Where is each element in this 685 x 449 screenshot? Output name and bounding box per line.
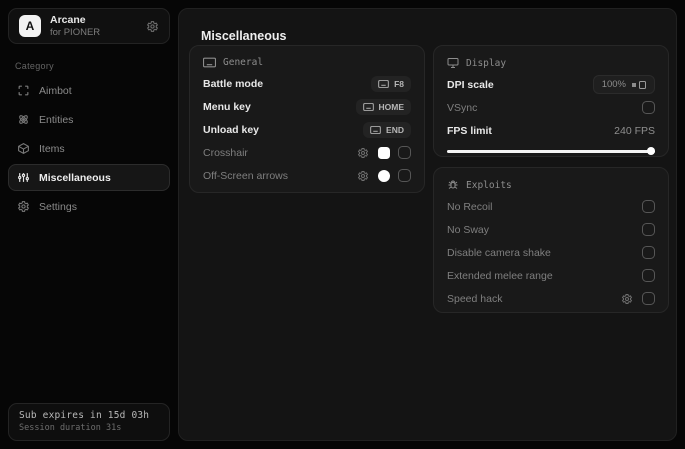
- setting-row-vsync: VSync: [447, 96, 655, 119]
- sidebar-item-label: Miscellaneous: [39, 171, 111, 184]
- setting-label: DPI scale: [447, 78, 494, 91]
- general-card-title: General: [223, 57, 264, 68]
- bug-icon: [447, 179, 459, 191]
- sidebar-item-label: Aimbot: [39, 84, 72, 97]
- no-recoil-checkbox[interactable]: [642, 200, 655, 213]
- setting-row-fps-limit: FPS limit 240 FPS: [447, 119, 655, 142]
- gear-icon: [17, 200, 30, 213]
- setting-label: Battle mode: [203, 77, 264, 90]
- extended-melee-range-checkbox[interactable]: [642, 269, 655, 282]
- vsync-checkbox[interactable]: [642, 101, 655, 114]
- app-title: Arcane: [50, 13, 86, 26]
- setting-row-dpi-scale: DPI scale 100%: [447, 73, 655, 96]
- sidebar-item-settings[interactable]: Settings: [8, 193, 170, 220]
- keyboard-icon: [203, 57, 216, 68]
- keybind-value: HOME: [378, 101, 405, 112]
- color-swatch[interactable]: [378, 169, 390, 182]
- fps-limit-value: 240 FPS: [614, 124, 655, 137]
- slider-fill: [447, 150, 655, 153]
- setting-label: VSync: [447, 101, 478, 114]
- fps-limit-slider[interactable]: [447, 147, 655, 155]
- display-card-header: Display: [447, 57, 655, 69]
- no-sway-checkbox[interactable]: [642, 223, 655, 236]
- keybind-value: END: [386, 124, 404, 135]
- scan-frame-icon: [17, 84, 30, 97]
- setting-label: No Recoil: [447, 200, 493, 213]
- keyboard-icon: [378, 79, 390, 88]
- exploits-card: Exploits No Recoil No Sway Disable camer…: [433, 167, 669, 313]
- exploits-card-title: Exploits: [466, 179, 512, 191]
- setting-label: Off-Screen arrows: [203, 169, 288, 182]
- sliders-icon: [17, 171, 30, 184]
- color-swatch[interactable]: [378, 146, 390, 159]
- main-panel: Miscellaneous General Battle mode F8 Men…: [178, 8, 677, 441]
- sidebar: A Arcane for PIONER Category Aimbot Enti…: [8, 8, 170, 441]
- speed-hack-checkbox[interactable]: [642, 292, 655, 305]
- offscreen-arrows-checkbox[interactable]: [398, 169, 411, 182]
- general-card: General Battle mode F8 Menu key HOME Unl…: [189, 45, 425, 193]
- dpi-scale-stepper[interactable]: 100%: [592, 75, 655, 94]
- setting-label: Unload key: [203, 123, 260, 136]
- setting-row-speed-hack: Speed hack: [447, 287, 655, 310]
- setting-label: Menu key: [203, 100, 251, 113]
- app-header: A Arcane for PIONER: [8, 8, 170, 44]
- setting-label: Speed hack: [447, 292, 503, 305]
- crosshair-checkbox[interactable]: [398, 146, 411, 159]
- sidebar-item-entities[interactable]: Entities: [8, 106, 170, 133]
- setting-row-extended-melee-range: Extended melee range: [447, 264, 655, 287]
- setting-row-menu-key: Menu key HOME: [203, 95, 411, 118]
- keyboard-icon: [362, 102, 374, 111]
- atom-icon: [17, 113, 30, 126]
- session-duration-text: Session duration 31s: [19, 423, 122, 433]
- setting-label: Disable camera shake: [447, 246, 551, 259]
- sub-expires-text: Sub expires in 15d 03h: [19, 410, 150, 421]
- gear-icon[interactable]: [621, 293, 633, 305]
- settings-icon[interactable]: [146, 20, 159, 33]
- setting-row-disable-camera-shake: Disable camera shake: [447, 241, 655, 264]
- slider-knob[interactable]: [647, 147, 655, 155]
- setting-row-no-sway: No Sway: [447, 218, 655, 241]
- general-card-header: General: [203, 57, 411, 68]
- app-logo: A: [19, 15, 41, 37]
- scale-stepper-icon: [632, 80, 646, 89]
- display-card: Display DPI scale 100% VSync FPS limit 2…: [433, 45, 669, 157]
- package-icon: [17, 142, 30, 155]
- gear-icon[interactable]: [357, 170, 369, 182]
- keybind-button-menu-key[interactable]: HOME: [355, 98, 411, 115]
- setting-row-crosshair: Crosshair: [203, 141, 411, 164]
- disable-camera-shake-checkbox[interactable]: [642, 246, 655, 259]
- sidebar-item-label: Items: [39, 142, 65, 155]
- subscription-info: Sub expires in 15d 03h Session duration …: [8, 403, 170, 441]
- app-subtitle: for PIONER: [50, 26, 101, 38]
- exploits-card-header: Exploits: [447, 179, 655, 191]
- keybind-value: F8: [394, 78, 404, 89]
- setting-label: No Sway: [447, 223, 490, 236]
- page-title: Miscellaneous: [201, 29, 287, 43]
- gear-icon[interactable]: [357, 147, 369, 159]
- setting-row-unload-key: Unload key END: [203, 118, 411, 141]
- keybind-button-unload-key[interactable]: END: [363, 121, 411, 138]
- sidebar-nav: Aimbot Entities Items Miscellaneous Sett…: [8, 77, 170, 220]
- sidebar-item-miscellaneous[interactable]: Miscellaneous: [8, 164, 170, 191]
- category-label: Category: [15, 61, 54, 71]
- app-titles: Arcane for PIONER: [50, 14, 137, 39]
- display-card-title: Display: [466, 57, 507, 69]
- setting-row-battle-mode: Battle mode F8: [203, 72, 411, 95]
- sidebar-item-label: Entities: [39, 113, 74, 126]
- sidebar-item-aimbot[interactable]: Aimbot: [8, 77, 170, 104]
- setting-label: Extended melee range: [447, 269, 553, 282]
- keybind-button-battle-mode[interactable]: F8: [371, 75, 411, 92]
- sidebar-item-label: Settings: [39, 200, 77, 213]
- setting-label: Crosshair: [203, 146, 248, 159]
- setting-row-offscreen-arrows: Off-Screen arrows: [203, 164, 411, 187]
- monitor-icon: [447, 57, 459, 69]
- dpi-scale-value: 100%: [601, 79, 626, 90]
- sidebar-item-items[interactable]: Items: [8, 135, 170, 162]
- setting-label: FPS limit: [447, 124, 492, 137]
- keyboard-icon: [370, 125, 382, 134]
- setting-row-no-recoil: No Recoil: [447, 195, 655, 218]
